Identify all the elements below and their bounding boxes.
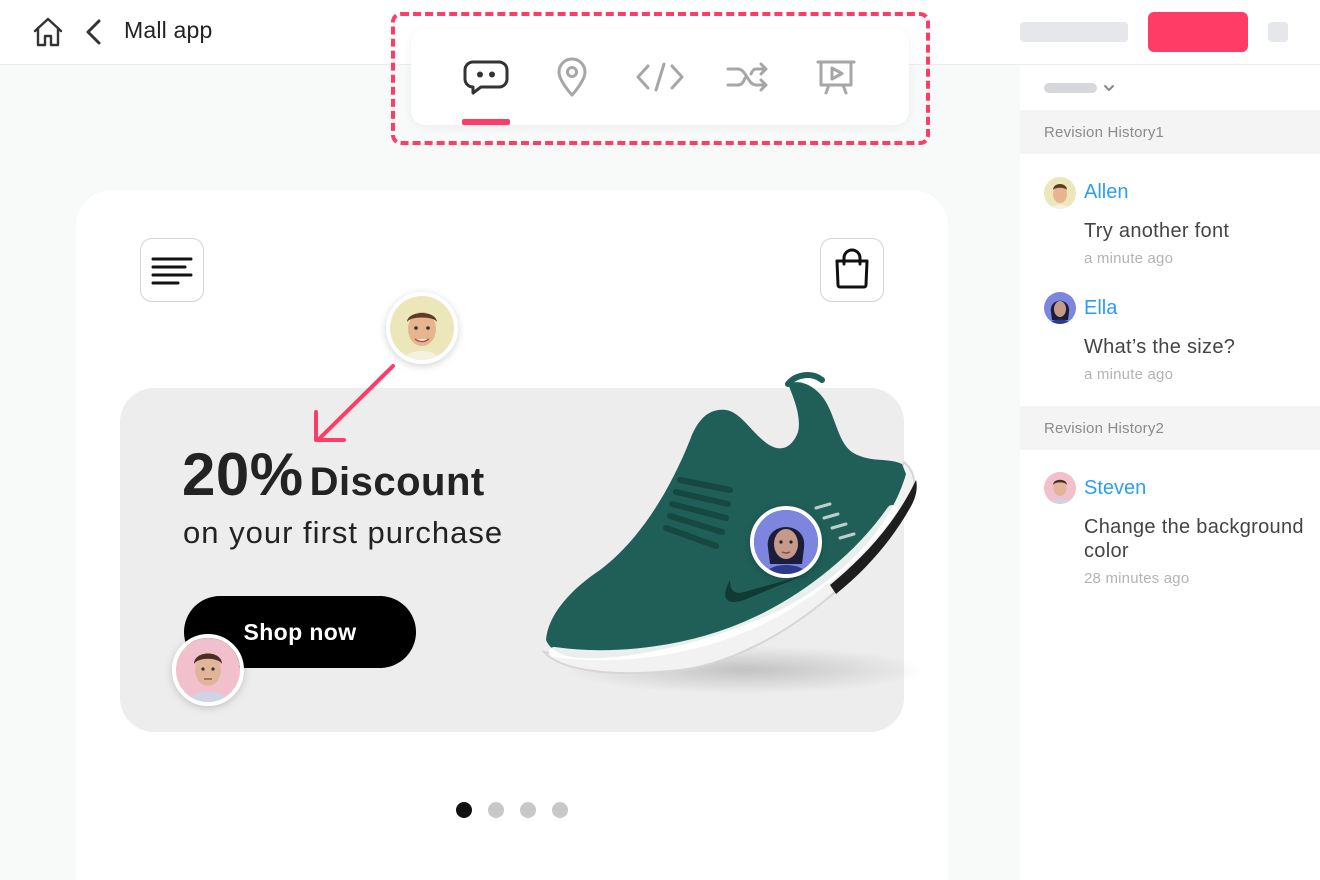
avatar-ella-marker[interactable] [750, 506, 822, 578]
menu-button[interactable] [140, 238, 204, 302]
home-icon[interactable] [32, 16, 64, 48]
discount-word: Discount [309, 460, 485, 504]
avatar-steven[interactable] [1044, 472, 1076, 504]
avatar-face-icon [176, 638, 240, 702]
chevron-down-icon [1104, 85, 1114, 91]
revision-history-header[interactable]: Revision History2 [1020, 406, 1320, 450]
promo-subtitle: on your first purchase [183, 515, 504, 550]
carousel-dot[interactable] [456, 802, 472, 818]
comment-timestamp: a minute ago [1084, 366, 1174, 383]
avatar-steven-marker[interactable] [172, 634, 244, 706]
location-tool[interactable] [548, 57, 596, 97]
app-title: Mall app [124, 17, 213, 43]
avatar-allen[interactable] [1044, 177, 1076, 209]
comment-author[interactable]: Ella [1084, 297, 1117, 320]
tool-toolbar [411, 29, 909, 125]
comment-timestamp: 28 minutes ago [1084, 570, 1190, 587]
avatar-face-icon [1044, 472, 1076, 504]
carousel-dots [456, 802, 568, 818]
avatar-face-icon [1044, 177, 1076, 209]
shuffle-tool[interactable] [724, 57, 772, 97]
top-placeholder-bar [1020, 22, 1128, 42]
avatar-face-icon [390, 296, 454, 360]
promo-headline: 20% Discount [182, 440, 485, 509]
carousel-dot[interactable] [488, 802, 504, 818]
location-pin-icon [557, 57, 587, 97]
annotation-arrow-icon [314, 364, 395, 442]
carousel-dot[interactable] [552, 802, 568, 818]
comment-author[interactable]: Steven [1084, 477, 1146, 500]
menu-lines-icon [151, 257, 192, 284]
presentation-icon [816, 60, 856, 95]
code-icon [636, 62, 684, 92]
shuffle-icon [726, 62, 768, 92]
avatar-face-icon [754, 510, 818, 574]
avatar-face-icon [1044, 292, 1076, 324]
active-tool-indicator [462, 119, 510, 125]
history-dropdown[interactable] [1044, 82, 1120, 94]
comment-author[interactable]: Allen [1084, 181, 1128, 204]
comment-icon [463, 60, 509, 95]
presentation-tool[interactable] [812, 57, 860, 97]
discount-percent: 20% [182, 441, 304, 508]
comment-text: Try another font [1084, 220, 1230, 242]
shopping-bag-button[interactable] [820, 238, 884, 302]
comment-text: Change the background color [1084, 516, 1304, 562]
comment-timestamp: a minute ago [1084, 250, 1174, 267]
carousel-dot[interactable] [520, 802, 536, 818]
code-tool[interactable] [636, 57, 684, 97]
back-chevron-icon[interactable] [82, 18, 106, 46]
revision-history-header[interactable]: Revision History1 [1020, 110, 1320, 154]
dropdown-placeholder [1044, 83, 1097, 93]
top-menu-square[interactable] [1268, 22, 1288, 42]
shopping-bag-icon [835, 248, 868, 288]
sneaker-image [541, 372, 925, 694]
avatar-ella[interactable] [1044, 292, 1076, 324]
comment-text: What’s the size? [1084, 336, 1236, 358]
avatar-allen-marker[interactable] [386, 292, 458, 364]
primary-action-button[interactable] [1148, 12, 1248, 52]
comment-tool[interactable] [462, 57, 510, 97]
